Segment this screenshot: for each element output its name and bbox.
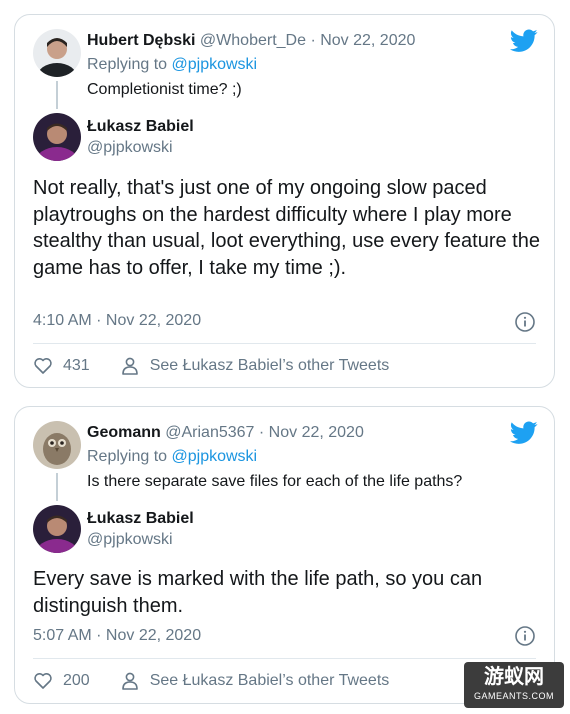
avatar-lukasz-image: [33, 113, 81, 161]
author-name[interactable]: Hubert Dębski: [87, 32, 195, 49]
tweet-actions: 200 See Łukasz Babiel’s other Tweets: [33, 671, 389, 691]
separator: ·: [258, 424, 265, 441]
tweet-timestamp[interactable]: 4:10 AM · Nov 22, 2020: [33, 312, 201, 330]
tweet-actions: 431 See Łukasz Babiel’s other Tweets: [33, 356, 389, 376]
watermark-url: GAMEANTS.COM: [473, 691, 554, 701]
separator: ·: [310, 32, 316, 49]
replying-to: Replying to @pjpkowski: [87, 56, 257, 74]
parent-tweet-text: Is there separate save files for each of…: [87, 473, 463, 490]
avatar[interactable]: [33, 505, 81, 553]
thread-line: [56, 473, 58, 501]
replying-prefix: Replying to: [87, 56, 168, 73]
author-handle[interactable]: @Arian5367: [165, 424, 254, 441]
person-icon: [121, 357, 138, 375]
avatar-geomann-image: [33, 421, 81, 469]
info-icon[interactable]: [514, 625, 536, 647]
replying-to-link[interactable]: @pjpkowski: [172, 448, 258, 465]
tweet-text: Not really, that's just one of my ongoin…: [33, 177, 540, 279]
site-watermark: 游蚁网 GAMEANTS.COM: [464, 662, 564, 708]
parent-tweet-text: Completionist time? ;): [87, 81, 242, 98]
info-icon[interactable]: [514, 311, 536, 333]
avatar[interactable]: [33, 113, 81, 161]
divider: [33, 343, 536, 344]
tweet-card[interactable]: Hubert Dębski @Whobert_De · Nov 22, 2020…: [14, 14, 555, 388]
replying-prefix: Replying to: [87, 448, 168, 465]
replying-to-link[interactable]: @pjpkowski: [172, 56, 258, 73]
tweet-text: Every save is marked with the life path,…: [33, 568, 483, 617]
like-count[interactable]: 431: [63, 357, 90, 375]
watermark-title: 游蚁网: [484, 666, 544, 688]
author-handle[interactable]: @pjpkowski: [87, 531, 173, 549]
tweet-date[interactable]: Nov 22, 2020: [269, 424, 364, 441]
author-handle[interactable]: @pjpkowski: [87, 139, 173, 157]
avatar-lukasz-image: [33, 505, 81, 553]
see-other-tweets-link[interactable]: See Łukasz Babiel’s other Tweets: [150, 672, 390, 690]
parent-tweet-header: Hubert Dębski @Whobert_De · Nov 22, 2020: [87, 32, 415, 50]
like-count[interactable]: 200: [63, 672, 90, 690]
tweet-card[interactable]: Geomann @Arian5367 · Nov 22, 2020 Replyi…: [14, 406, 555, 704]
replying-to: Replying to @pjpkowski: [87, 448, 257, 466]
twitter-bird-icon[interactable]: [510, 421, 538, 445]
thread-line: [56, 81, 58, 109]
author-handle[interactable]: @Whobert_De: [200, 32, 306, 49]
see-other-tweets-link[interactable]: See Łukasz Babiel’s other Tweets: [150, 357, 390, 375]
author-name[interactable]: Łukasz Babiel: [87, 510, 194, 528]
avatar-hubert-image: [33, 29, 81, 77]
avatar[interactable]: [33, 29, 81, 77]
author-name[interactable]: Geomann: [87, 424, 161, 441]
person-icon: [121, 672, 138, 690]
heart-icon[interactable]: [33, 356, 53, 376]
heart-icon[interactable]: [33, 671, 53, 691]
tweet-timestamp[interactable]: 5:07 AM · Nov 22, 2020: [33, 627, 201, 645]
twitter-bird-icon[interactable]: [510, 29, 538, 53]
parent-tweet-header: Geomann @Arian5367 · Nov 22, 2020: [87, 424, 364, 442]
author-name[interactable]: Łukasz Babiel: [87, 118, 194, 136]
avatar[interactable]: [33, 421, 81, 469]
divider: [33, 658, 536, 659]
tweet-date[interactable]: Nov 22, 2020: [320, 32, 415, 49]
